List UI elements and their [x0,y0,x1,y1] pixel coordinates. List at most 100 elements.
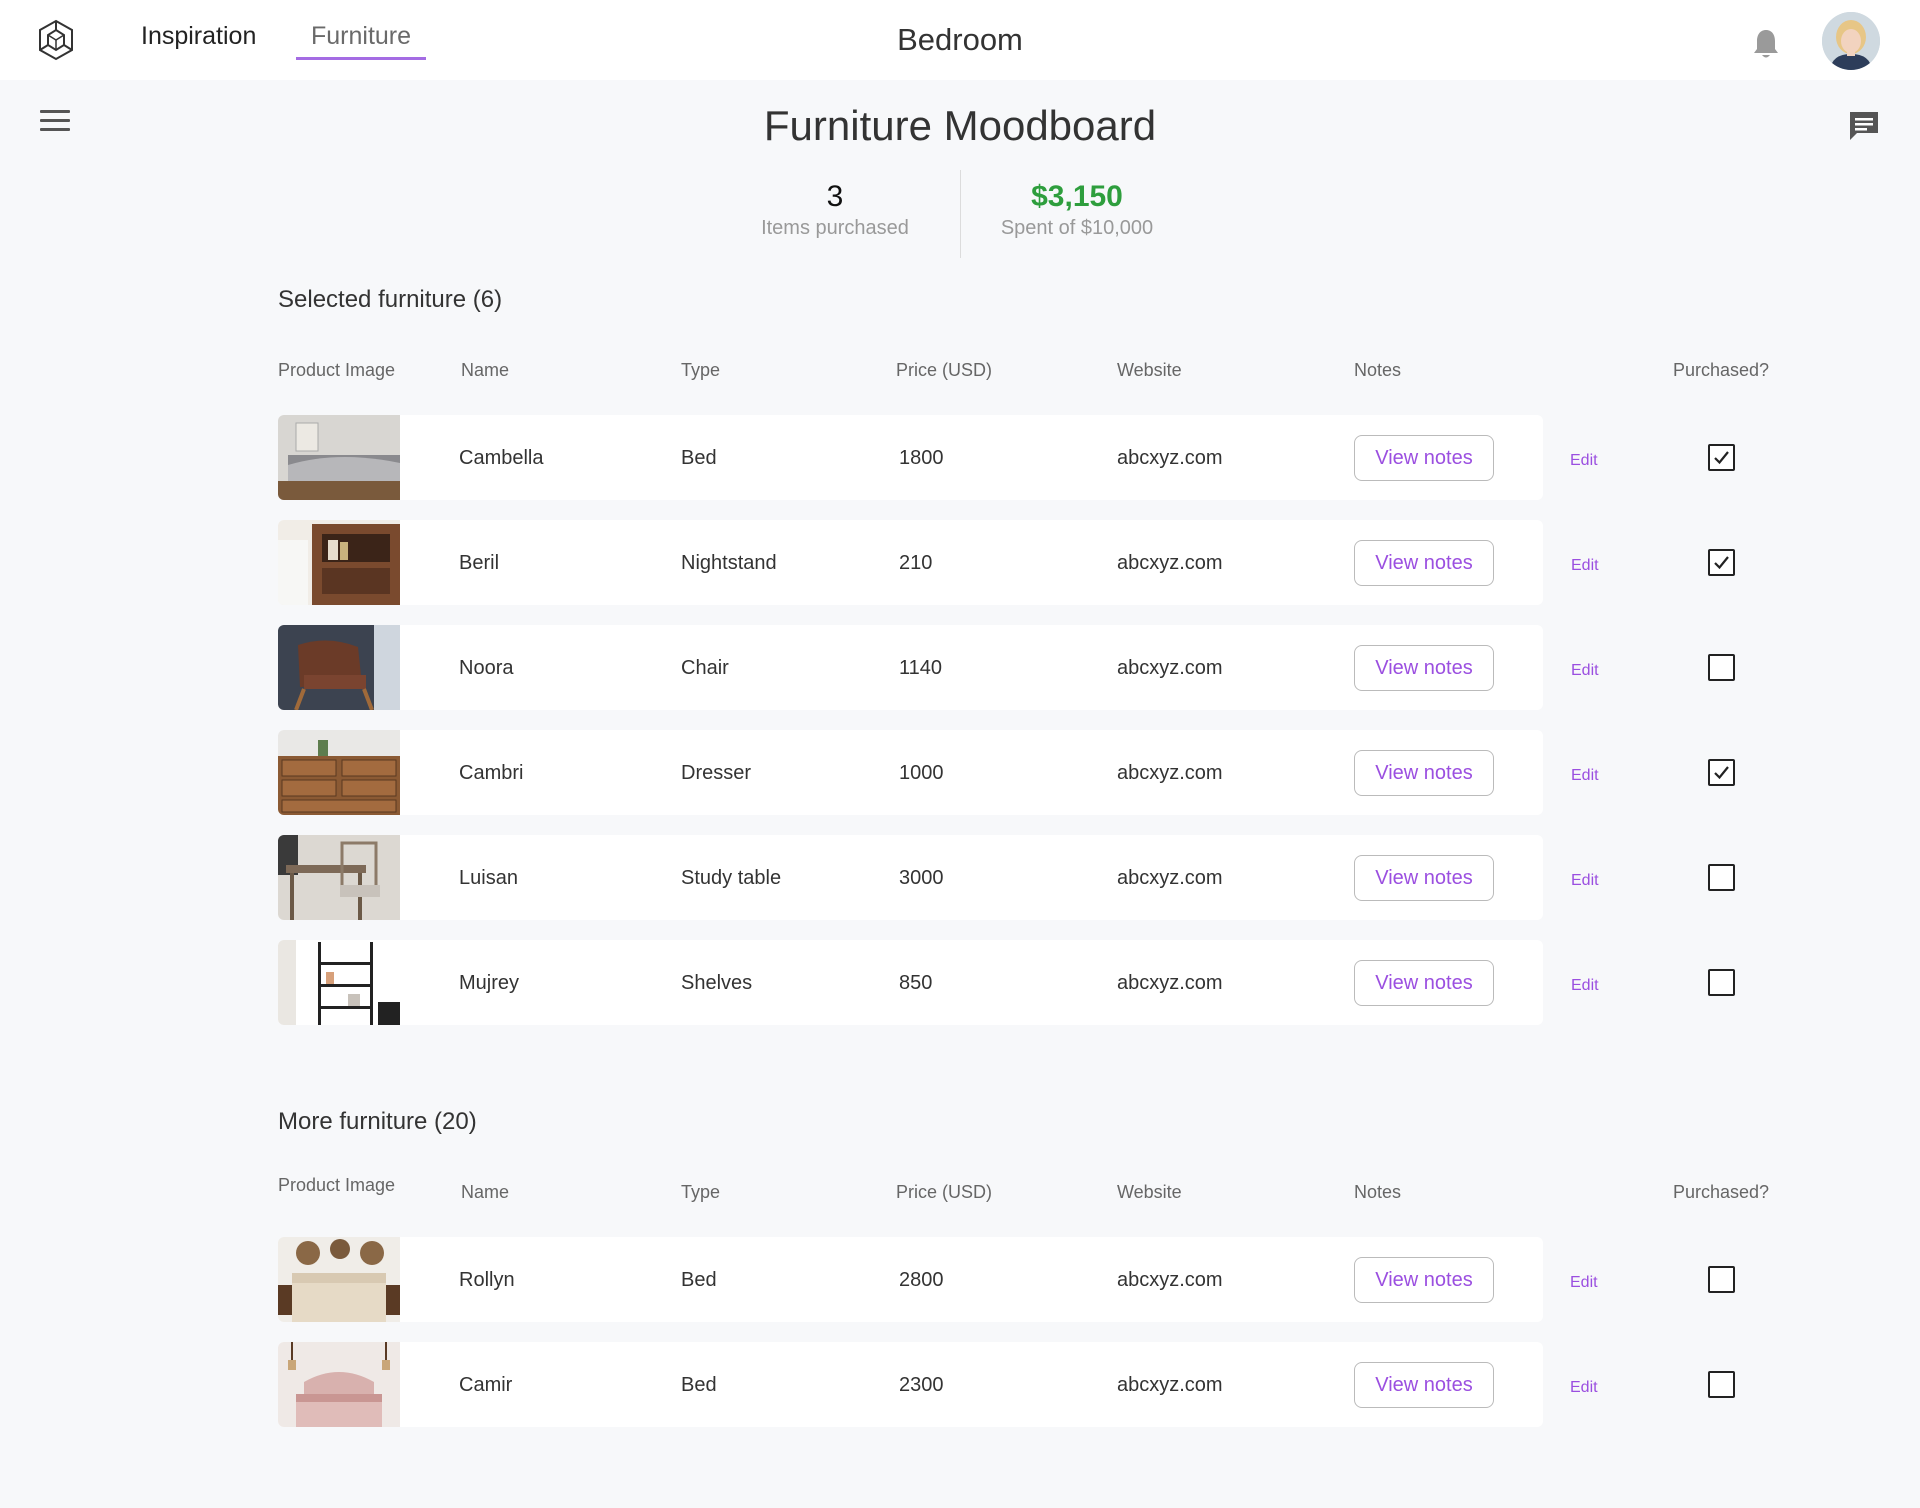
product-type: Bed [681,447,717,469]
col-header-type: Type [681,360,721,380]
purchased-checkbox[interactable] [1708,1266,1735,1293]
product-price: 2800 [899,1269,944,1291]
col-header-purchased: Purchased? [1673,360,1770,380]
product-website[interactable]: abcxyz.com [1117,657,1223,680]
product-price: 2300 [899,1374,944,1396]
product-price: 1800 [899,447,944,469]
bell-icon[interactable] [1752,28,1780,60]
product-image[interactable] [278,520,400,605]
table-row: Cambri Dresser 1000 abcxyz.com View notes [278,730,1543,815]
table-row: Rollyn Bed 2800 abcxyz.com View notes [278,1237,1543,1322]
logo-icon[interactable] [36,18,76,62]
items-purchased-count: 3 [826,180,844,213]
edit-link[interactable]: Edit [1570,1274,1598,1292]
view-notes-button[interactable]: View notes [1354,435,1494,481]
user-avatar[interactable] [1822,12,1880,70]
more-section-title: More furniture (20) [278,1108,477,1135]
col-header-purchased: Purchased? [1673,1182,1770,1202]
product-type: Nightstand [681,552,777,574]
stats-divider [960,170,961,258]
col-header-name: Name [461,360,510,380]
view-notes-button[interactable]: View notes [1354,540,1494,586]
product-price: 1000 [899,762,944,784]
product-image[interactable] [278,1342,400,1427]
product-name: Noora [459,657,514,679]
table-row: Noora Chair 1140 abcxyz.com View notes [278,625,1543,710]
product-price: 850 [899,972,933,994]
product-name: Cambri [459,762,524,784]
purchased-checkbox[interactable] [1708,444,1735,471]
product-name: Cambella [459,447,544,469]
product-name: Camir [459,1374,513,1396]
product-type: Chair [681,657,729,679]
view-notes-button[interactable]: View notes [1354,960,1494,1006]
col-header-price: Price (USD) [896,1182,993,1202]
purchased-checkbox[interactable] [1708,1371,1735,1398]
col-header-website: Website [1117,360,1182,380]
view-notes-button[interactable]: View notes [1354,1362,1494,1408]
product-website[interactable]: abcxyz.com [1117,867,1223,890]
spent-amount: $3,150 [1031,180,1123,213]
purchased-checkbox[interactable] [1708,549,1735,576]
product-price: 1140 [899,657,943,679]
table-row: Luisan Study table 3000 abcxyz.com View note… [278,835,1543,920]
col-header-image: Product Image [278,360,396,380]
edit-link[interactable]: Edit [1571,977,1599,995]
purchased-checkbox[interactable] [1708,864,1735,891]
product-price: 210 [899,552,933,574]
selected-section-title: Selected furniture (6) [278,286,503,313]
checkmark-icon [1714,556,1729,570]
col-header-website: Website [1117,1182,1182,1202]
view-notes-button[interactable]: View notes [1354,855,1494,901]
product-website[interactable]: abcxyz.com [1117,552,1223,575]
edit-link[interactable]: Edit [1571,767,1599,785]
edit-link[interactable]: Edit [1571,662,1599,680]
product-website[interactable]: abcxyz.com [1117,1374,1223,1397]
checkmark-icon [1714,451,1729,465]
product-type: Bed [681,1269,717,1291]
product-price: 3000 [899,867,944,889]
product-website[interactable]: abcxyz.com [1117,972,1223,995]
edit-link[interactable]: Edit [1570,1379,1598,1397]
product-name: Beril [459,552,500,574]
product-image[interactable] [278,940,400,1025]
page-title: Furniture Moodboard [763,102,1157,149]
checkmark-icon [1714,766,1729,780]
product-image[interactable] [278,835,400,920]
product-website[interactable]: abcxyz.com [1117,1269,1223,1292]
product-image[interactable] [278,730,400,815]
table-row: Beril Nightstand 210 abcxyz.com View notes [278,520,1543,605]
col-header-name: Name [461,1182,510,1202]
purchased-checkbox[interactable] [1708,654,1735,681]
table-row: Cambella Bed 1800 abcxyz.com View notes [278,415,1543,500]
nav-furniture[interactable]: Furniture [296,22,427,60]
product-name: Rollyn [459,1269,515,1291]
product-image[interactable] [278,1237,400,1322]
product-name: Mujrey [459,972,520,994]
product-type: Study table [681,867,782,889]
purchased-checkbox[interactable] [1708,969,1735,996]
table-row: Camir Bed 2300 abcxyz.com View notes [278,1342,1543,1427]
purchased-checkbox[interactable] [1708,759,1735,786]
product-name: Luisan [459,867,518,889]
product-type: Shelves [681,972,753,994]
edit-link[interactable]: Edit [1571,872,1599,890]
product-website[interactable]: abcxyz.com [1117,447,1223,470]
view-notes-button[interactable]: View notes [1354,1257,1494,1303]
product-type: Bed [681,1374,717,1396]
items-purchased-label: Items purchased [761,217,909,239]
product-image[interactable] [278,625,400,710]
col-header-type: Type [681,1182,721,1202]
view-notes-button[interactable]: View notes [1354,645,1494,691]
product-image[interactable] [278,415,400,500]
table-row: Mujrey Shelves 850 abcxyz.com View notes [278,940,1543,1025]
view-notes-button[interactable]: View notes [1354,750,1494,796]
edit-link[interactable]: Edit [1571,557,1599,575]
col-header-price: Price (USD) [896,360,993,380]
top-bar: Inspiration Furniture Bedroom [0,0,1920,80]
product-website[interactable]: abcxyz.com [1117,762,1223,785]
col-header-notes: Notes [1354,360,1402,380]
product-type: Dresser [681,762,752,784]
nav-inspiration[interactable]: Inspiration [141,22,256,51]
edit-link[interactable]: Edit [1570,452,1598,470]
